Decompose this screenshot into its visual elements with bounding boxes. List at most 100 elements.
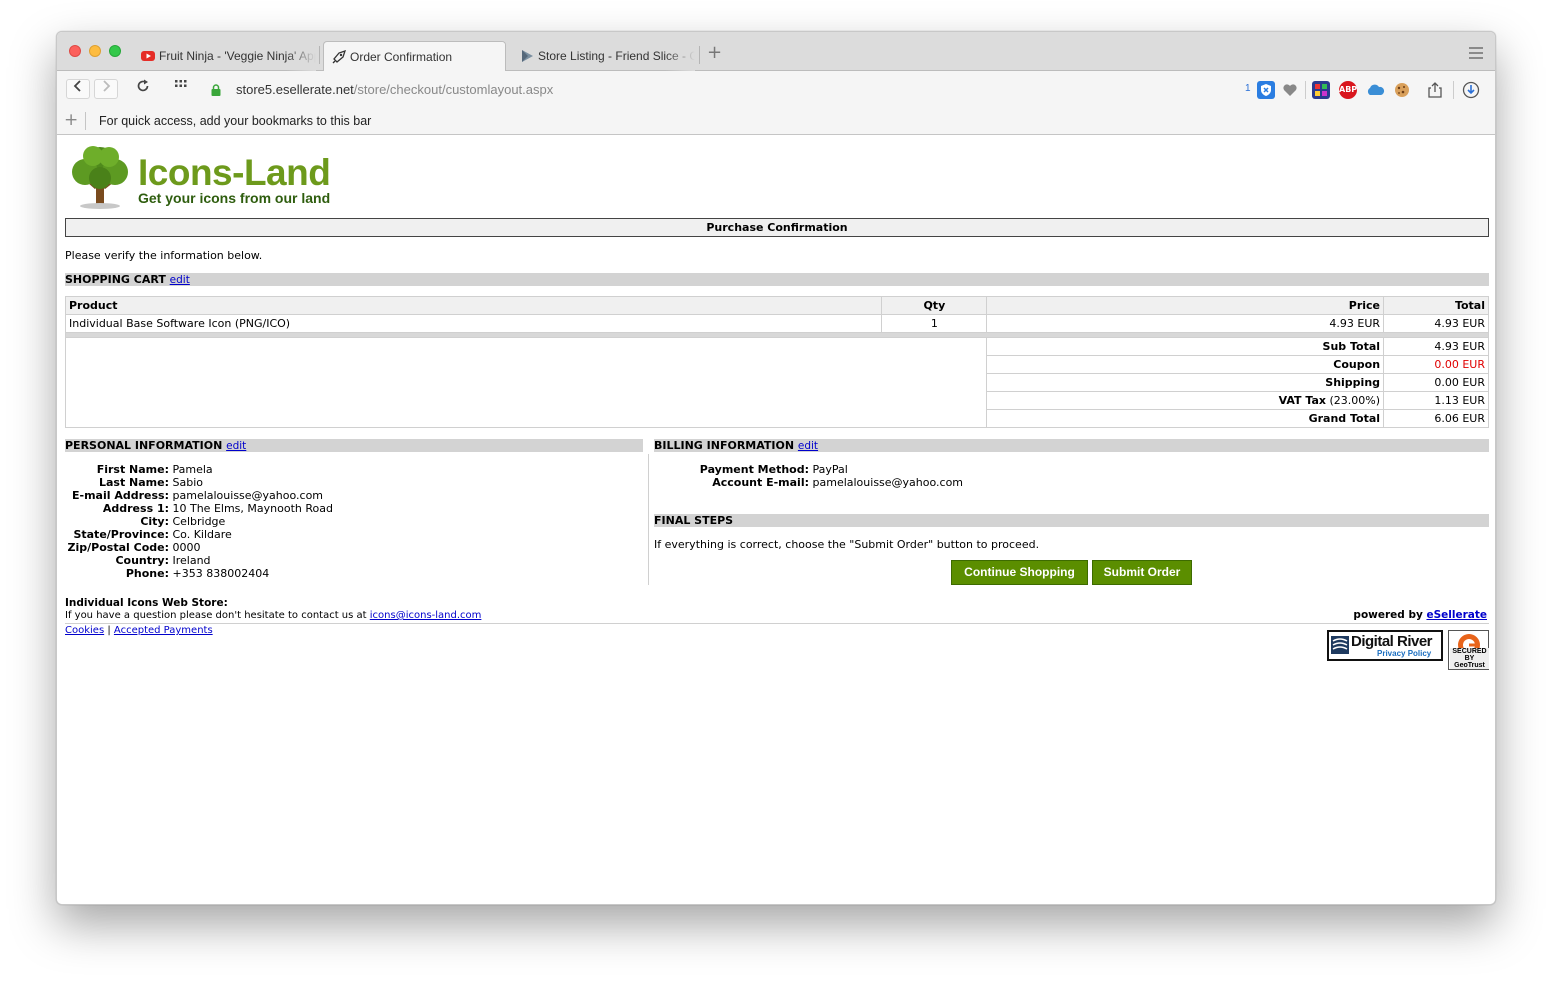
url-field[interactable]: store5.esellerate.net/store/checkout/cus… bbox=[236, 82, 553, 97]
summary-label: Shipping bbox=[1325, 376, 1381, 389]
final-steps-text: If everything is correct, choose the "Su… bbox=[654, 538, 1040, 551]
cookie-icon[interactable] bbox=[1393, 81, 1411, 99]
share-icon[interactable] bbox=[1426, 81, 1444, 99]
final-steps-heading: FINAL STEPS bbox=[654, 514, 1489, 527]
download-icon[interactable] bbox=[1462, 81, 1480, 99]
field-value: +353 838002404 bbox=[172, 567, 270, 580]
item-total: 4.93 EUR bbox=[1383, 314, 1489, 333]
grid-icon bbox=[175, 80, 187, 87]
cookies-link[interactable]: Cookies bbox=[65, 625, 104, 636]
item-price: 4.93 EUR bbox=[986, 314, 1385, 333]
field-value: pamelalouisse@yahoo.com bbox=[172, 489, 324, 502]
summary-label: Grand Total bbox=[1308, 412, 1381, 425]
tab-fruit-ninja[interactable]: Fruit Ninja - 'Veggie Ninja' App bbox=[133, 41, 316, 71]
summary-value: 1.13 EUR bbox=[1383, 391, 1489, 410]
accepted-payments-link[interactable]: Accepted Payments bbox=[114, 625, 213, 636]
summary-row: Sub Total 4.93 EUR bbox=[64, 337, 1489, 428]
item-product: Individual Base Software Icon (PNG/ICO) bbox=[64, 314, 883, 333]
url-host: store5.esellerate.net bbox=[236, 82, 354, 97]
geotrust-label: SECURED BY GeoTrust bbox=[1450, 648, 1489, 669]
field-label: Country: bbox=[115, 554, 169, 567]
add-bookmark-button[interactable]: + bbox=[64, 111, 78, 129]
tab-menu-icon[interactable] bbox=[1469, 47, 1483, 62]
field-value: 0000 bbox=[172, 541, 201, 554]
footer-divider bbox=[65, 623, 1489, 624]
field-label: Zip/Postal Code: bbox=[67, 541, 169, 554]
table-row: Individual Base Software Icon (PNG/ICO) … bbox=[64, 314, 1489, 333]
section-heading: BILLING INFORMATION bbox=[654, 439, 795, 452]
logo-tagline: Get your icons from our land bbox=[138, 190, 331, 206]
field-label: E-mail Address: bbox=[72, 489, 169, 502]
field-label: First Name: bbox=[96, 463, 169, 476]
field-value: Pamela bbox=[172, 463, 213, 476]
lock-icon bbox=[211, 84, 221, 96]
tab-strip: Fruit Ninja - 'Veggie Ninja' App Order C… bbox=[57, 32, 1495, 72]
reload-button[interactable] bbox=[131, 79, 155, 99]
section-heading: FINAL STEPS bbox=[654, 514, 734, 527]
field-label: Account E-mail: bbox=[712, 476, 809, 489]
field-value: Celbridge bbox=[172, 515, 226, 528]
address-bar-row: store5.esellerate.net/store/checkout/cus… bbox=[57, 71, 1495, 107]
heart-icon[interactable] bbox=[1281, 81, 1299, 99]
footer-contact-text: If you have a question please don't hesi… bbox=[65, 610, 370, 621]
bookmarks-hint: For quick access, add your bookmarks to … bbox=[99, 114, 372, 128]
page-content: Icons-Land Get your icons from our land … bbox=[57, 136, 1495, 904]
item-qty: 1 bbox=[881, 314, 988, 333]
edit-billing-link[interactable]: edit bbox=[798, 440, 818, 452]
field-value: 10 The Elms, Maynooth Road bbox=[172, 502, 333, 515]
esellerate-link[interactable]: eSellerate bbox=[1426, 609, 1487, 621]
forward-button[interactable] bbox=[94, 79, 118, 99]
cart-table: Product Qty Price Total Individual Base … bbox=[64, 296, 1489, 428]
privacy-policy-label: Privacy Policy bbox=[1377, 649, 1432, 658]
powered-by: powered by eSellerate bbox=[1353, 609, 1487, 621]
edit-personal-link[interactable]: edit bbox=[226, 440, 246, 452]
powered-by-text: powered by bbox=[1353, 609, 1427, 621]
geotrust-seal[interactable]: SECURED BY GeoTrust bbox=[1448, 630, 1489, 670]
field-label: Phone: bbox=[125, 567, 169, 580]
shopping-cart-heading: SHOPPING CART edit bbox=[65, 273, 1489, 286]
back-button[interactable] bbox=[66, 79, 90, 99]
footer-store-info: Individual Icons Web Store: If you have … bbox=[65, 597, 481, 622]
digital-river-title: Digital River bbox=[1351, 633, 1433, 650]
edit-cart-link[interactable]: edit bbox=[170, 274, 190, 286]
tab-store-listing[interactable]: Store Listing - Friend Slice - Goo bbox=[512, 41, 695, 71]
digital-river-privacy-badge[interactable]: Digital River Privacy Policy bbox=[1327, 630, 1443, 661]
store-logo[interactable]: Icons-Land Get your icons from our land bbox=[65, 144, 355, 210]
continue-shopping-button[interactable]: Continue Shopping bbox=[951, 560, 1088, 585]
field-value: Co. Kildare bbox=[172, 528, 232, 541]
adblock-plus-icon[interactable]: ABP bbox=[1339, 81, 1357, 99]
summary-value: 0.00 EUR bbox=[1383, 373, 1489, 392]
summary-label: VAT Tax bbox=[1278, 394, 1326, 407]
minimize-window-button[interactable] bbox=[89, 45, 101, 57]
summary-value: 4.93 EUR bbox=[1383, 337, 1489, 356]
digital-river-logo-icon bbox=[1331, 636, 1349, 654]
field-label: Address 1: bbox=[102, 502, 169, 515]
chevron-right-icon bbox=[103, 80, 111, 92]
billing-info-heading: BILLING INFORMATION edit bbox=[654, 439, 1489, 452]
tab-title: Order Confirmation bbox=[350, 50, 453, 64]
footer-links: Cookies | Accepted Payments bbox=[65, 625, 213, 636]
logo-title: Icons-Land bbox=[138, 152, 331, 193]
maximize-window-button[interactable] bbox=[109, 45, 121, 57]
speed-dial-button[interactable] bbox=[169, 79, 193, 99]
youtube-icon bbox=[141, 51, 155, 61]
tree-icon bbox=[72, 146, 128, 209]
tab-order-confirmation[interactable]: Order Confirmation bbox=[323, 41, 506, 72]
contact-email-link[interactable]: icons@icons-land.com bbox=[370, 610, 482, 621]
field-label: Last Name: bbox=[98, 476, 169, 489]
link-separator: | bbox=[107, 625, 111, 636]
section-heading: SHOPPING CART bbox=[65, 273, 166, 286]
col-qty: Qty bbox=[881, 296, 988, 315]
field-label: Payment Method: bbox=[699, 463, 809, 476]
submit-order-button[interactable]: Submit Order bbox=[1092, 560, 1192, 585]
pixel-extension-icon[interactable] bbox=[1312, 81, 1330, 99]
rocket-icon bbox=[332, 50, 346, 64]
close-window-button[interactable] bbox=[69, 45, 81, 57]
cloud-icon[interactable] bbox=[1365, 81, 1385, 99]
summary-label: Coupon bbox=[1333, 358, 1381, 371]
privacy-badger-icon[interactable] bbox=[1257, 81, 1275, 99]
new-tab-button[interactable]: + bbox=[707, 44, 722, 62]
extension-badge-count: 1 bbox=[1245, 83, 1251, 94]
personal-info-heading: PERSONAL INFORMATION edit bbox=[65, 439, 643, 452]
col-price: Price bbox=[986, 296, 1385, 315]
